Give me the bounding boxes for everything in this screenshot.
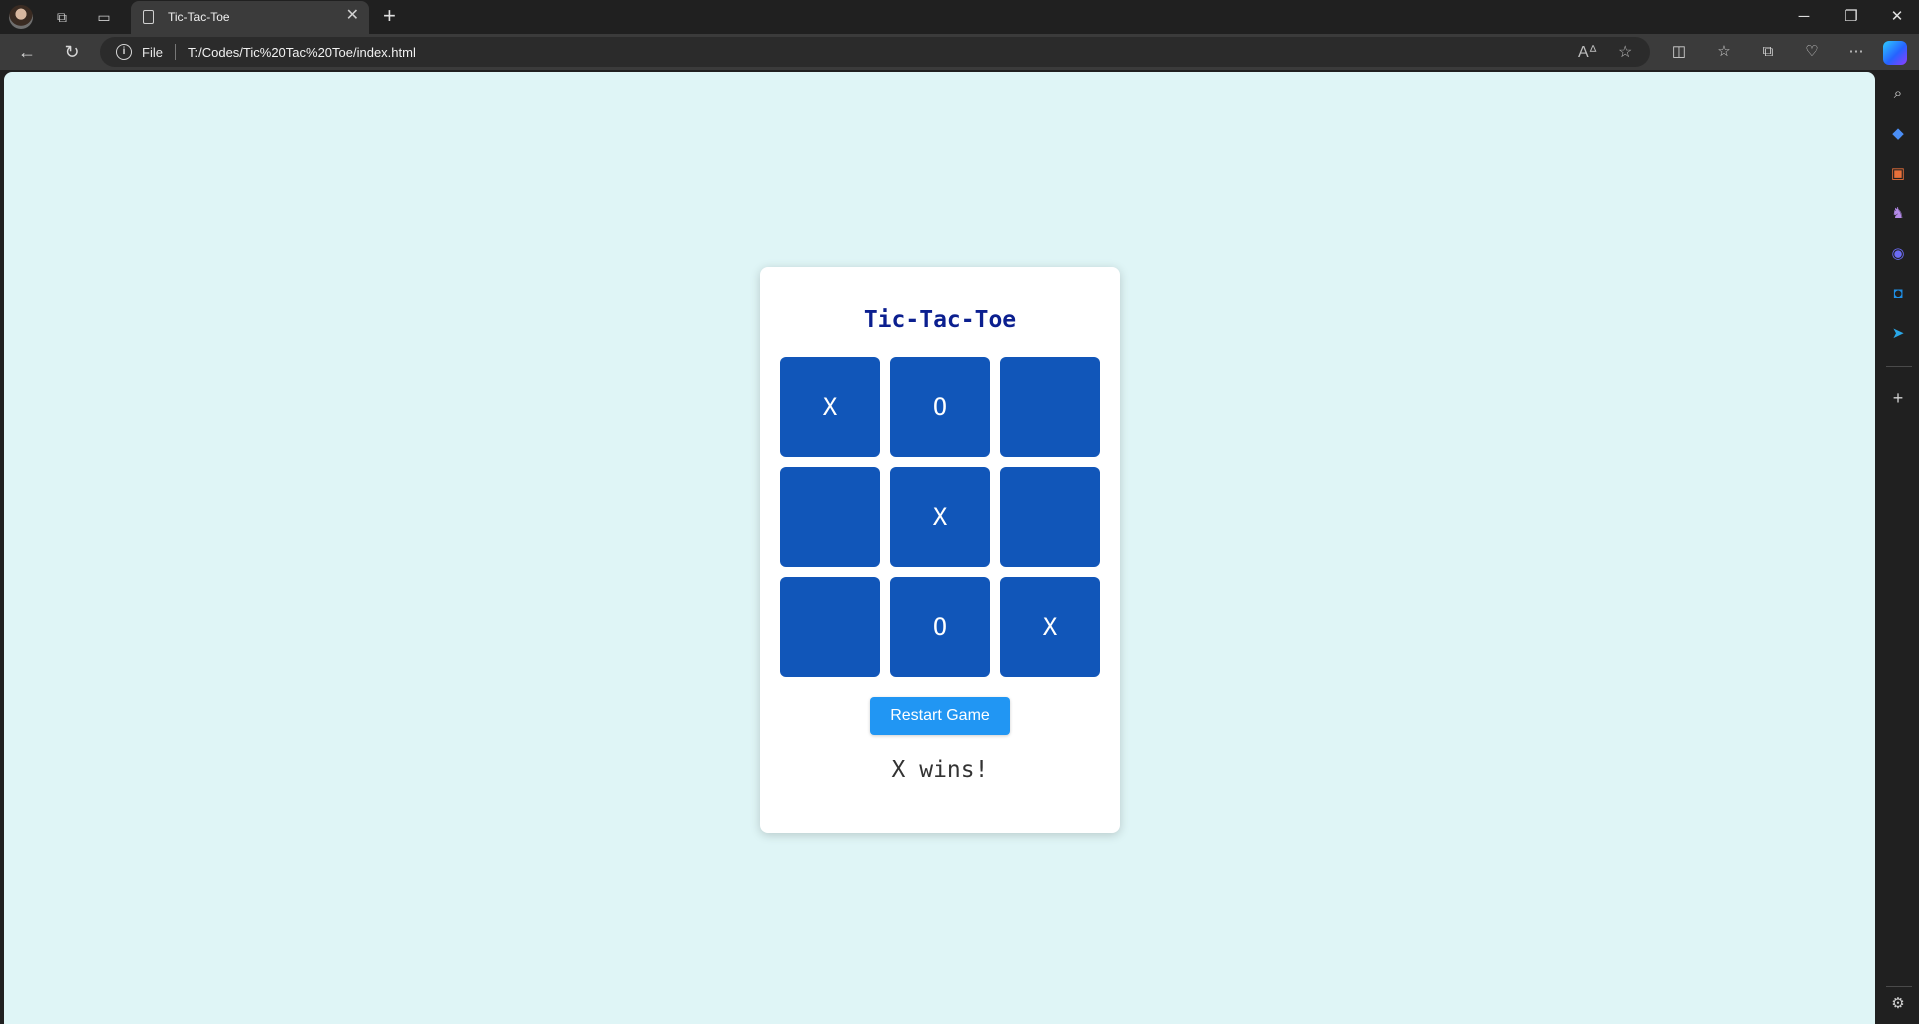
workspaces-icon[interactable]: ⧉	[52, 7, 72, 27]
minimize-button[interactable]: ─	[1789, 6, 1819, 28]
game-status: X wins!	[891, 757, 989, 783]
url-separator	[175, 44, 176, 60]
board-cell[interactable]: O	[890, 357, 990, 457]
vertical-tabs-icon[interactable]: ▭	[94, 7, 114, 27]
restore-button[interactable]: ❐	[1836, 6, 1866, 28]
settings-icon[interactable]: ⚙	[1888, 994, 1908, 1014]
add-icon[interactable]: +	[1888, 388, 1908, 408]
shopping-tag-icon[interactable]: ◆	[1888, 124, 1908, 144]
outlook-icon[interactable]: ◘	[1888, 284, 1908, 304]
favorite-star-icon[interactable]: ☆	[1618, 42, 1632, 62]
restart-button[interactable]: Restart Game	[870, 697, 1010, 735]
telegram-icon[interactable]: ➤	[1888, 324, 1908, 344]
game-board: X O X O X	[780, 357, 1100, 677]
page-title: Tic-Tac-Toe	[863, 307, 1017, 333]
sidebar-divider	[1886, 366, 1912, 367]
games-icon[interactable]: ♞	[1888, 204, 1908, 224]
board-cell[interactable]: X	[1000, 577, 1100, 677]
more-icon[interactable]: ⋯	[1845, 42, 1867, 62]
refresh-button[interactable]: ↻	[60, 41, 84, 63]
copilot-sidebar-icon[interactable]: ◉	[1888, 244, 1908, 264]
active-tab[interactable]: Tic-Tac-Toe ✕	[131, 1, 369, 34]
collections-icon[interactable]: ⧉	[1757, 42, 1779, 62]
new-tab-button[interactable]: +	[383, 4, 396, 28]
file-scheme-label: File	[142, 45, 163, 60]
board-cell[interactable]	[1000, 357, 1100, 457]
close-window-button[interactable]: ✕	[1882, 6, 1912, 28]
split-screen-icon[interactable]: ◫	[1668, 42, 1690, 62]
board-cell[interactable]	[780, 467, 880, 567]
search-icon[interactable]: ⌕	[1888, 84, 1908, 104]
tools-icon[interactable]: ▣	[1888, 164, 1908, 184]
copilot-icon[interactable]	[1883, 41, 1907, 65]
site-info-icon[interactable]: i	[116, 44, 132, 60]
page-viewport: Tic-Tac-Toe X O X O X Restart Game X win…	[4, 72, 1875, 1024]
board-cell[interactable]: O	[890, 577, 990, 677]
browser-toolbar: ← ↻ i File T:/Codes/Tic%20Tac%20Toe/inde…	[0, 34, 1919, 70]
board-cell[interactable]	[780, 577, 880, 677]
board-cell[interactable]	[1000, 467, 1100, 567]
url-text[interactable]: T:/Codes/Tic%20Tac%20Toe/index.html	[188, 45, 416, 60]
tab-title: Tic-Tac-Toe	[168, 10, 230, 24]
board-cell[interactable]: X	[780, 357, 880, 457]
browser-essentials-icon[interactable]: ♡	[1801, 42, 1823, 62]
browser-title-bar: ⧉ ▭ Tic-Tac-Toe ✕ + ─ ❐ ✕	[0, 0, 1919, 34]
back-button[interactable]: ←	[15, 41, 39, 63]
document-icon	[143, 10, 154, 24]
tab-close-icon[interactable]: ✕	[346, 8, 359, 24]
address-bar[interactable]: i File T:/Codes/Tic%20Tac%20Toe/index.ht…	[100, 37, 1650, 67]
read-aloud-icon[interactable]: Aᐞ	[1578, 42, 1597, 62]
profile-avatar[interactable]	[9, 5, 33, 29]
sidebar-divider	[1886, 986, 1912, 987]
favorites-icon[interactable]: ☆	[1713, 42, 1735, 62]
board-cell[interactable]: X	[890, 467, 990, 567]
edge-sidebar: ⌕ ◆ ▣ ♞ ◉ ◘ ➤ + ⚙	[1877, 70, 1919, 1024]
game-container: Tic-Tac-Toe X O X O X Restart Game X win…	[760, 267, 1120, 833]
